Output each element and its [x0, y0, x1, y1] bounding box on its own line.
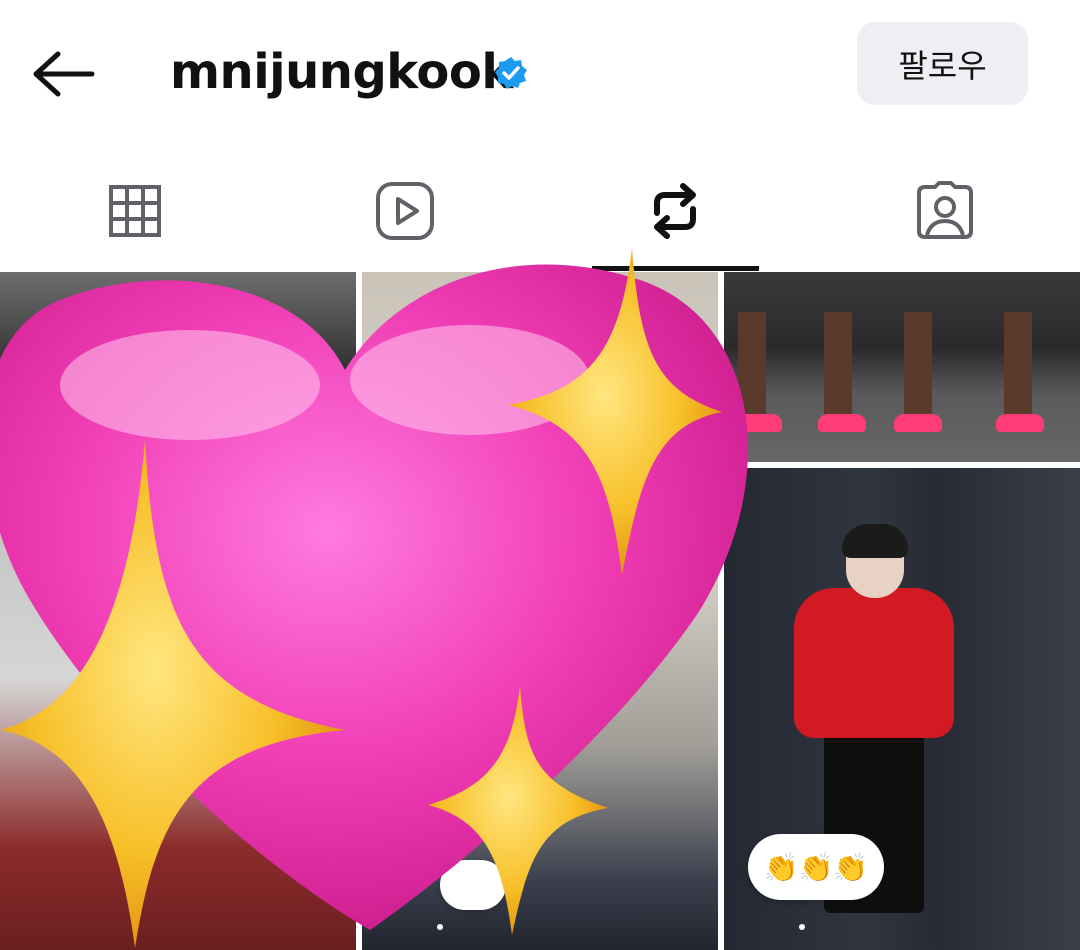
profile-username: mnijungkook — [170, 44, 513, 100]
page-dot — [437, 924, 443, 930]
profile-tabs — [0, 150, 1080, 272]
active-tab-indicator — [592, 266, 759, 271]
grid-icon — [109, 185, 161, 237]
back-button[interactable] — [30, 50, 96, 98]
grid-tile[interactable] — [362, 272, 718, 950]
follow-button[interactable]: 팔로우 — [857, 22, 1028, 105]
arrow-left-icon — [33, 51, 95, 97]
reels-icon — [376, 182, 434, 240]
reposts-icon — [654, 183, 696, 239]
tab-reposts[interactable] — [585, 150, 765, 272]
clapping-hands-emoji: 👏👏👏 — [763, 851, 869, 883]
reaction-bubble — [440, 860, 506, 910]
tab-posts[interactable] — [45, 150, 225, 272]
grid-tile[interactable] — [0, 272, 356, 950]
verified-badge-icon — [495, 57, 527, 89]
page-dot — [799, 924, 805, 930]
tagged-icon — [917, 181, 973, 239]
tab-reels[interactable] — [315, 150, 495, 272]
tab-tagged[interactable] — [855, 150, 1035, 272]
reaction-bubble: 👏👏👏 — [748, 834, 884, 900]
grid-tile[interactable] — [724, 272, 1080, 462]
repost-grid — [0, 272, 1080, 950]
profile-header: mnijungkook 팔로우 — [0, 0, 1080, 150]
